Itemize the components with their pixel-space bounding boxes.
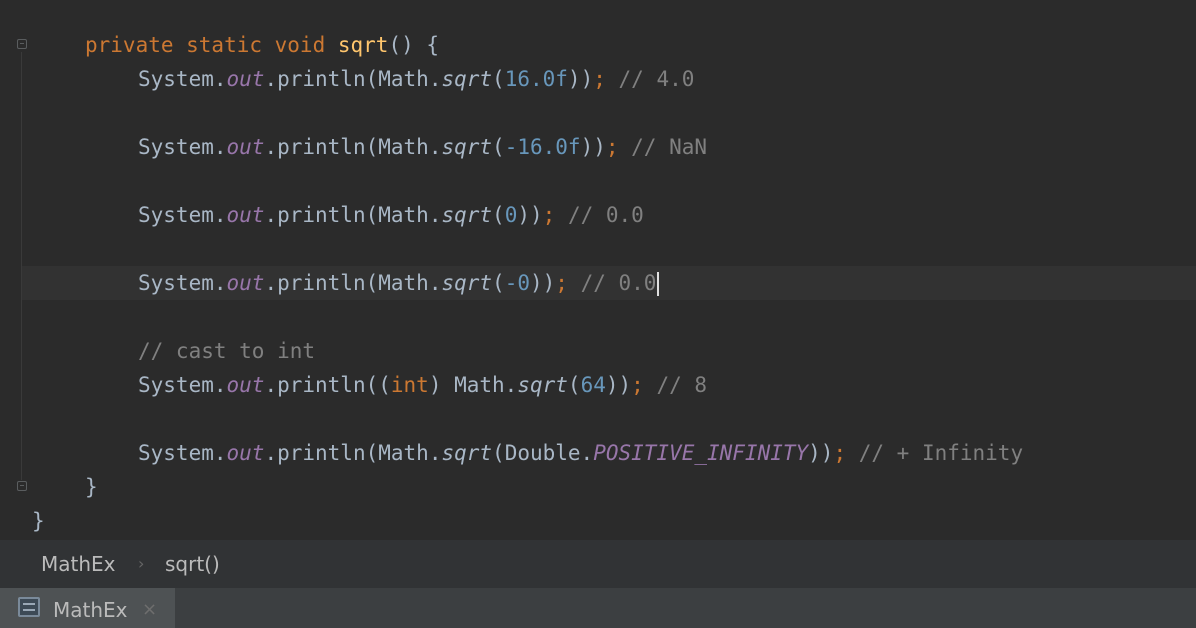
text-caret xyxy=(657,272,660,296)
breadcrumb-item-class[interactable]: MathEx xyxy=(41,540,116,588)
code-token: .println(Math. xyxy=(264,67,442,91)
code-token-call: sqrt xyxy=(441,67,493,91)
code-token: ( xyxy=(492,203,505,227)
breadcrumb: MathEx › sqrt() xyxy=(0,540,1196,588)
code-token-semicolon: ; xyxy=(593,67,606,91)
code-token-field: out xyxy=(226,373,265,397)
code-token-semicolon: ; xyxy=(555,271,568,295)
code-token: System. xyxy=(138,373,227,397)
code-line-sqrt-infinity[interactable]: System.out.println(Math.sqrt(Double.POSI… xyxy=(138,436,1023,470)
code-comment: // NaN xyxy=(618,135,708,159)
code-token-call: sqrt xyxy=(441,271,493,295)
code-token-number: 16.0f xyxy=(504,67,568,91)
code-token: ) Math. xyxy=(428,373,518,397)
code-token: ( xyxy=(492,271,505,295)
code-token: ( xyxy=(492,135,505,159)
code-token: System. xyxy=(138,135,227,159)
code-token-field: out xyxy=(226,441,265,465)
code-comment: // 0.0 xyxy=(567,271,657,295)
code-comment: // cast to int xyxy=(138,339,316,363)
code-token: )) xyxy=(580,135,606,159)
code-token: .println(( xyxy=(264,373,391,397)
code-token-number: -16.0f xyxy=(504,135,581,159)
code-line-sqrt-16[interactable]: System.out.println(Math.sqrt(16.0f)); //… xyxy=(138,62,694,96)
code-token: )) xyxy=(605,373,632,397)
tab-mathex[interactable]: MathEx × xyxy=(0,588,175,628)
code-line-cast-int[interactable]: System.out.println((int) Math.sqrt(64));… xyxy=(138,368,707,402)
code-token: (Double. xyxy=(492,441,594,465)
code-token-keyword: int xyxy=(390,373,429,397)
code-token: System. xyxy=(138,203,227,227)
code-token-call: sqrt xyxy=(441,441,493,465)
code-token: )) xyxy=(567,67,594,91)
code-token: System. xyxy=(138,441,227,465)
code-line-sqrt-neg16[interactable]: System.out.println(Math.sqrt(-16.0f)); /… xyxy=(138,130,707,164)
code-token: ( xyxy=(492,67,505,91)
code-token-number: -0 xyxy=(504,271,530,295)
code-token: )) xyxy=(530,271,556,295)
tab-label: MathEx xyxy=(53,598,128,622)
code-token: .println(Math. xyxy=(264,441,442,465)
close-icon[interactable]: × xyxy=(142,588,157,628)
code-comment: // 0.0 xyxy=(555,203,644,227)
code-comment: // 4.0 xyxy=(605,67,695,91)
code-token-field: out xyxy=(226,271,265,295)
method-params: () { xyxy=(388,33,440,57)
code-token: System. xyxy=(138,67,227,91)
code-line-cast-comment[interactable]: // cast to int xyxy=(138,334,315,368)
breadcrumb-item-method[interactable]: sqrt() xyxy=(165,540,220,588)
code-token-brace: } xyxy=(85,475,98,499)
code-token: System. xyxy=(138,271,227,295)
code-token-field: out xyxy=(226,135,265,159)
code-token-field: out xyxy=(226,203,265,227)
fold-toggle-icon[interactable] xyxy=(17,39,27,49)
method-name: sqrt xyxy=(337,33,389,57)
code-token: ( xyxy=(567,373,581,397)
code-token-number: 0 xyxy=(504,203,518,227)
code-line-method-close[interactable]: } xyxy=(85,470,98,504)
code-token: .println(Math. xyxy=(264,135,442,159)
code-editor[interactable]: private static void sqrt() { System.out.… xyxy=(0,0,1196,540)
code-token-call: sqrt xyxy=(441,203,493,227)
code-token: .println(Math. xyxy=(264,271,442,295)
code-token: .println(Math. xyxy=(264,203,442,227)
code-token-semicolon: ; xyxy=(631,373,644,397)
code-token-semicolon: ; xyxy=(542,203,556,227)
code-token: )) xyxy=(808,441,834,465)
code-line-sqrt-neg0[interactable]: System.out.println(Math.sqrt(-0)); // 0.… xyxy=(138,266,660,300)
code-token-semicolon: ; xyxy=(605,135,619,159)
fold-end-icon[interactable] xyxy=(17,481,27,491)
code-token-constant: POSITIVE_INFINITY xyxy=(593,441,809,465)
code-line-class-close[interactable]: } xyxy=(32,504,45,538)
code-token-brace: } xyxy=(32,509,45,533)
method-modifiers: private static void xyxy=(85,33,338,57)
class-file-icon xyxy=(18,597,40,617)
code-comment: // + Infinity xyxy=(846,441,1024,465)
code-token-call: sqrt xyxy=(441,135,493,159)
code-token-field: out xyxy=(226,67,265,91)
code-token: )) xyxy=(517,203,543,227)
code-line-sqrt-0[interactable]: System.out.println(Math.sqrt(0)); // 0.0 xyxy=(138,198,644,232)
code-comment: // 8 xyxy=(643,373,708,397)
breadcrumb-separator-icon: › xyxy=(138,554,145,573)
editor-tab-bar: MathEx × xyxy=(0,588,1196,628)
code-token-number: 64 xyxy=(580,373,606,397)
method-signature-line[interactable]: private static void sqrt() { xyxy=(85,28,439,62)
code-token-call: sqrt xyxy=(517,373,568,397)
code-token-semicolon: ; xyxy=(833,441,847,465)
